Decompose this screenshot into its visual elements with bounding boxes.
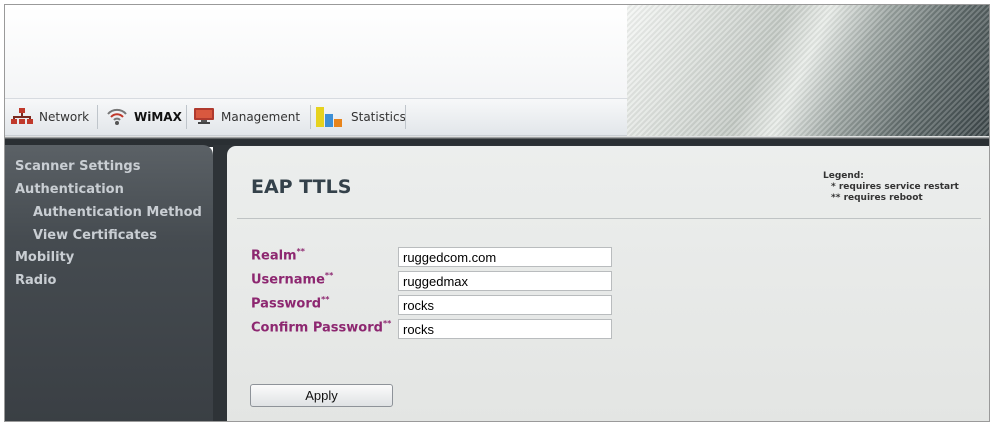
username-label: Username** [251,271,333,287]
tab-label: Network [39,110,90,124]
field-label-text: Confirm Password [251,320,383,336]
field-label-text: Password [251,296,322,312]
sidebar-item-authentication[interactable]: Authentication [15,182,124,197]
tab-divider [186,105,187,129]
password-input[interactable] [398,295,612,315]
network-icon [11,107,33,128]
header-banner-image [627,5,989,145]
confirm-password-input[interactable] [398,319,612,339]
sidebar: Scanner Settings Authentication Authenti… [5,145,213,421]
tab-divider [97,105,98,129]
monitor-icon [193,107,215,128]
tab-divider [405,105,406,129]
realm-label: Realm** [251,247,305,263]
legend-marker: ** [831,193,841,203]
sidebar-item-radio[interactable]: Radio [15,273,56,288]
reboot-marker: ** [321,295,330,304]
legend: Legend: * requires service restart ** re… [823,171,959,204]
legend-text: requires reboot [843,193,923,203]
sidebar-item-authentication-method[interactable]: Authentication Method [33,205,202,220]
wifi-signal-icon [106,106,128,129]
reboot-marker: ** [324,271,334,280]
field-label-text: Realm [251,248,297,264]
bar-chart-icon [315,105,345,130]
confirm-password-label: Confirm Password** [251,319,391,335]
reboot-marker: ** [296,247,305,256]
legend-reboot: ** requires reboot [823,193,959,204]
divider [237,218,981,219]
password-label: Password** [251,295,329,311]
sidebar-item-scanner-settings[interactable]: Scanner Settings [15,159,140,174]
page-title: EAP TTLS [251,176,352,198]
legend-text: requires service restart [838,182,959,192]
sidebar-item-mobility[interactable]: Mobility [15,250,74,265]
legend-marker: * [831,182,836,192]
username-input[interactable] [398,271,612,291]
header: Network WiMAX Management Statistics [5,5,989,145]
main-nav: Network WiMAX Management Statistics [5,98,627,136]
reboot-marker: ** [382,319,392,328]
realm-input[interactable] [398,247,612,267]
field-label-text: Username [251,272,325,288]
tab-network[interactable]: Network [11,99,89,135]
apply-button[interactable]: Apply [250,384,393,407]
app-window: Network WiMAX Management Statistics Scan… [4,4,990,422]
tab-label: Management [221,110,301,124]
sidebar-item-view-certificates[interactable]: View Certificates [33,228,157,243]
main-content: EAP TTLS Legend: * requires service rest… [227,146,989,421]
tab-wimax[interactable]: WiMAX [106,99,182,135]
legend-service-restart: * requires service restart [823,182,959,193]
tab-statistics[interactable]: Statistics [315,99,406,135]
legend-title: Legend: [823,171,864,181]
tab-management[interactable]: Management [193,99,300,135]
tab-label: WiMAX [134,110,182,124]
tab-divider [310,105,311,129]
tab-label: Statistics [351,110,406,124]
